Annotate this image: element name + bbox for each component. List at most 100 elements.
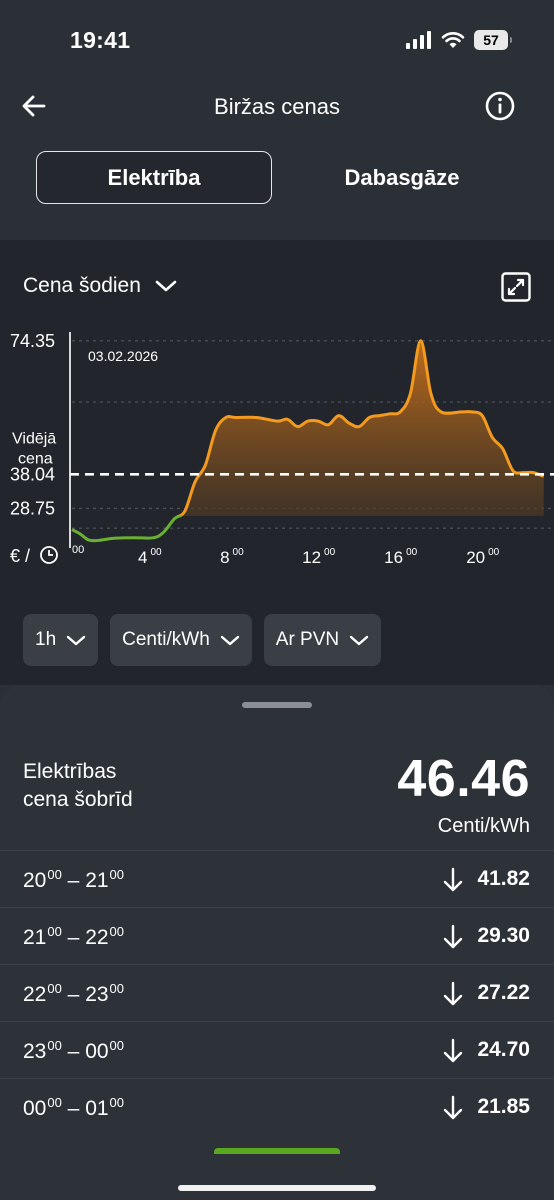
current-price-unit: Centi/kWh	[437, 815, 530, 837]
row-start-minutes: 00	[47, 867, 62, 882]
chevron-down-icon	[349, 635, 369, 645]
price-row[interactable]: 2100 – 2200 29.30	[0, 907, 554, 964]
x-tick-hour: 12	[302, 548, 321, 567]
app-header: Biržas cenas	[0, 84, 554, 130]
current-price-label: Elektrības cena šobrīd	[23, 760, 133, 811]
x-tick-label: 4 00	[138, 547, 162, 567]
price-sheet: Elektrības cena šobrīd 46.46 Centi/kWh 2…	[0, 685, 554, 1200]
x-tick-hour: 4	[138, 548, 147, 567]
row-dash: –	[61, 983, 86, 1006]
current-price-value: 46.46	[397, 750, 530, 808]
period-label: Cena šodien	[23, 274, 141, 297]
arrow-down-icon	[443, 924, 463, 949]
row-end-minutes: 00	[109, 867, 125, 882]
wifi-icon	[441, 32, 465, 48]
x-tick-minutes: 00	[324, 547, 336, 558]
row-end-hour: 01	[85, 1097, 109, 1120]
price-row[interactable]: 2300 – 0000 24.70	[0, 1021, 554, 1078]
x-tick-label: 8 00	[220, 547, 244, 567]
row-start-hour: 20	[23, 869, 47, 892]
row-price: 27.22	[477, 981, 530, 1004]
price-row[interactable]: 0000 – 0100 21.85	[0, 1078, 554, 1135]
interval-dropdown[interactable]: 1h	[23, 614, 99, 666]
row-time-range: 2200 – 2300	[23, 981, 124, 1007]
signal-icon	[406, 31, 431, 49]
x-tick-minutes: 00	[488, 547, 500, 558]
row-price: 21.85	[477, 1095, 530, 1118]
row-start-hour: 23	[23, 1040, 47, 1063]
row-start-hour: 21	[23, 926, 47, 949]
row-start-minutes: 00	[47, 1095, 62, 1110]
chart-panel: Cena šodien 03.02.2026 Vidējā cena 74.35…	[0, 240, 554, 685]
row-end-minutes: 00	[109, 924, 125, 939]
x-tick-minutes: 00	[233, 547, 245, 558]
chevron-down-icon	[66, 635, 86, 645]
vat-value: Ar PVN	[275, 629, 340, 650]
x-tick-minutes: 00	[406, 547, 418, 558]
row-end-minutes: 00	[109, 1038, 125, 1053]
tab-electricity[interactable]: Elektrība	[36, 151, 272, 204]
x-tick-minutes: 00	[151, 547, 163, 558]
row-start-minutes: 00	[47, 981, 62, 996]
interval-value: 1h	[35, 629, 57, 650]
row-end-hour: 22	[85, 926, 109, 949]
price-row[interactable]: 2000 – 2100 41.82	[0, 850, 554, 907]
x-tick-label: 20 00	[466, 547, 499, 567]
home-indicator	[178, 1185, 376, 1191]
hourly-price-list: 2000 – 2100 41.82 2100 – 2200 29.30 2200 – 2…	[0, 850, 554, 1135]
price-row[interactable]: 2200 – 2300 27.22	[0, 964, 554, 1021]
status-icons: 57	[406, 30, 512, 50]
vat-dropdown[interactable]: Ar PVN	[263, 614, 382, 666]
row-end-hour: 00	[85, 1040, 109, 1063]
arrow-down-icon	[443, 1038, 463, 1063]
row-start-minutes: 00	[47, 924, 62, 939]
row-end-minutes: 00	[109, 981, 125, 996]
battery-icon: 57	[474, 30, 512, 50]
row-start-minutes: 00	[47, 1038, 62, 1053]
x-tick-hour: 20	[466, 548, 485, 567]
row-time-range: 2300 – 0000	[23, 1038, 124, 1064]
row-dash: –	[61, 869, 86, 892]
arrow-down-icon	[443, 981, 463, 1006]
row-price: 24.70	[477, 1038, 530, 1061]
x-tick-hour: 16	[384, 548, 403, 567]
chevron-down-icon	[220, 635, 239, 645]
row-time-range: 2100 – 2200	[23, 924, 124, 950]
row-start-hour: 22	[23, 983, 47, 1006]
chevron-down-icon	[155, 280, 177, 292]
row-time-range: 2000 – 2100	[23, 867, 124, 893]
x-tick-label: 00	[72, 544, 84, 556]
battery-level: 57	[483, 32, 499, 48]
row-end-hour: 21	[85, 869, 109, 892]
y-tick-label: 28.75	[10, 498, 55, 518]
expand-icon[interactable]	[500, 271, 532, 303]
row-price: 29.30	[477, 924, 530, 947]
status-bar: 19:41 57	[0, 0, 554, 84]
price-chart[interactable]: 03.02.2026 Vidējā cena 74.3538.0428.75 0…	[0, 320, 554, 580]
info-icon[interactable]	[484, 90, 516, 122]
sheet-drag-handle[interactable]	[242, 702, 312, 708]
avg-label-line1: Vidējā	[12, 430, 56, 447]
y-tick-label: 38.04	[10, 464, 55, 484]
row-dash: –	[61, 926, 86, 949]
clock-icon	[40, 546, 58, 564]
y-tick-label: 74.35	[10, 331, 55, 351]
arrow-down-icon	[443, 867, 463, 892]
chart-area-fill	[179, 340, 544, 516]
action-button[interactable]	[214, 1148, 340, 1154]
row-price: 41.82	[477, 867, 530, 890]
row-start-hour: 00	[23, 1097, 47, 1120]
unit-axis-label: € /	[10, 546, 30, 566]
row-end-minutes: 00	[109, 1095, 125, 1110]
row-dash: –	[61, 1097, 86, 1120]
unit-dropdown[interactable]: Centi/kWh	[110, 614, 252, 666]
x-tick-hour: 8	[220, 548, 229, 567]
status-time: 19:41	[70, 27, 131, 53]
energy-tabs: Elektrība Dabasgāze	[36, 151, 520, 204]
period-dropdown[interactable]: Cena šodien	[23, 274, 177, 298]
row-end-hour: 23	[85, 983, 109, 1006]
row-dash: –	[61, 1040, 86, 1063]
tab-gas[interactable]: Dabasgāze	[284, 151, 520, 204]
x-tick-label: 12 00	[302, 547, 335, 567]
x-tick-label: 16 00	[384, 547, 417, 567]
